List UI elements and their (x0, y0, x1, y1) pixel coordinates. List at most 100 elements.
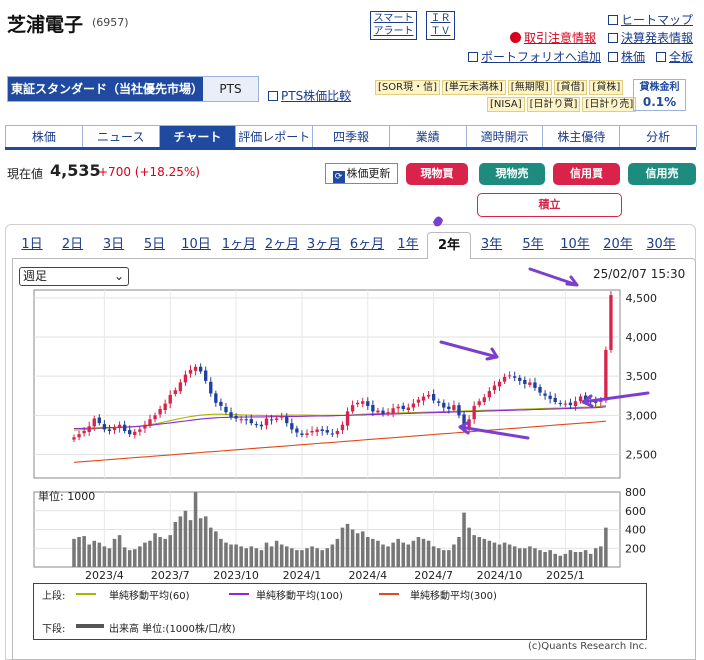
volume-bar-14 (143, 542, 147, 567)
x-tick-label-6: 2024/10 (477, 569, 523, 582)
volume-bar-60 (376, 540, 380, 567)
y-tick-label-2: 3,500 (626, 370, 658, 383)
volume-bar-17 (158, 537, 162, 567)
candle-body-11 (128, 430, 132, 435)
volume-bar-61 (381, 544, 385, 567)
volume-bar-75 (452, 544, 456, 567)
candle-body-0 (72, 437, 76, 440)
volume-bar-24 (193, 492, 198, 567)
volume-bar-64 (396, 538, 400, 567)
annotation-scribble (433, 216, 443, 227)
candle-body-86 (507, 375, 512, 377)
candle-body-97 (563, 403, 568, 405)
candle-body-64 (396, 406, 400, 409)
candle-body-70 (426, 394, 431, 397)
candle-body-10 (122, 424, 127, 431)
candle-body-105 (604, 349, 608, 401)
y-tick-label-0: 2,500 (626, 449, 658, 462)
legend-ma100-swatch (229, 593, 249, 595)
volume-bar-67 (411, 540, 416, 567)
legend-ma100: 単純移動平均(100) (256, 591, 343, 602)
vol-tick-label-0: 200 (625, 542, 646, 555)
volume-bar-18 (163, 538, 167, 567)
annotation-arrow-top (528, 267, 579, 287)
candle-body-8 (112, 427, 117, 431)
volume-bar-46 (305, 548, 309, 567)
volume-bar-2 (82, 536, 86, 567)
legend-ma60-swatch (76, 593, 96, 595)
volume-bar-55 (350, 529, 355, 567)
volume-bar-51 (330, 544, 335, 567)
x-tick-label-7: 2025/1 (546, 569, 585, 582)
candle-body-41 (280, 416, 284, 418)
volume-bar-62 (386, 546, 390, 567)
volume-bar-22 (183, 510, 188, 567)
candle-body-9 (117, 424, 122, 429)
volume-bar-76 (457, 537, 461, 567)
volume-bar-103 (593, 548, 598, 567)
candle-body-69 (421, 396, 426, 401)
candle-body-55 (350, 405, 355, 412)
volume-bar-73 (442, 550, 446, 567)
candle-body-61 (381, 410, 385, 414)
candle-body-74 (447, 406, 451, 410)
candle-body-58 (366, 401, 370, 406)
candle-body-60 (376, 410, 380, 413)
candle-body-88 (518, 377, 522, 381)
volume-bar-37 (259, 550, 264, 567)
volume-bar-74 (447, 550, 451, 567)
volume-bar-83 (492, 542, 497, 567)
volume-bar-15 (148, 540, 152, 567)
volume-bar-66 (406, 544, 411, 567)
candle-body-5 (97, 417, 101, 424)
volume-bar-21 (178, 516, 183, 567)
volume-bar-101 (583, 550, 588, 567)
candle-body-53 (340, 424, 345, 431)
candle-body-38 (264, 418, 269, 426)
volume-bar-95 (553, 553, 557, 567)
candle-body-93 (543, 393, 547, 396)
volume-bar-23 (188, 520, 193, 567)
candle-body-26 (204, 370, 208, 381)
volume-bar-82 (487, 540, 492, 567)
candle-body-85 (502, 376, 507, 382)
volume-bar-36 (254, 548, 259, 567)
volume-bar-100 (578, 552, 583, 567)
candle-body-66 (406, 407, 410, 411)
volume-bar-72 (436, 548, 441, 567)
vol-tick-label-2: 600 (625, 505, 646, 518)
candle-body-63 (391, 408, 395, 414)
volume-bar-35 (249, 546, 254, 567)
volume-bar-13 (138, 546, 142, 567)
candle-body-98 (568, 402, 573, 406)
volume-bar-96 (558, 555, 563, 567)
candle-body-84 (497, 381, 502, 387)
volume-bar-89 (523, 548, 527, 567)
candle-body-100 (578, 396, 583, 402)
candle-body-68 (416, 399, 421, 403)
y-tick-label-1: 3,000 (626, 409, 658, 422)
volume-bar-45 (300, 550, 304, 567)
candle-body-89 (523, 379, 527, 384)
volume-bar-47 (310, 546, 314, 567)
candle-body-17 (158, 409, 162, 415)
candle-body-44 (295, 428, 299, 433)
chart-legend: 上段: 単純移動平均(60) 単純移動平均(100) 単純移動平均(300) 下… (33, 583, 647, 640)
candle-body-79 (472, 405, 476, 420)
volume-bar-88 (517, 548, 522, 567)
legend-ma300: 単純移動平均(300) (410, 591, 497, 602)
candle-body-27 (209, 381, 213, 394)
volume-bar-50 (325, 548, 330, 567)
candle-body-45 (300, 433, 304, 435)
candle-body-28 (214, 393, 218, 403)
x-tick-label-3: 2024/1 (283, 569, 322, 582)
volume-bar-4 (92, 540, 97, 567)
volume-bar-56 (355, 533, 360, 567)
candle-body-19 (168, 394, 172, 404)
candle-body-40 (274, 418, 279, 421)
volume-bar-93 (543, 552, 547, 567)
volume-bar-71 (431, 546, 436, 567)
candle-body-20 (173, 390, 177, 395)
volume-bar-5 (97, 542, 102, 567)
legend-volume: 出来高 単位:(1000株/口/枚) (109, 624, 236, 635)
